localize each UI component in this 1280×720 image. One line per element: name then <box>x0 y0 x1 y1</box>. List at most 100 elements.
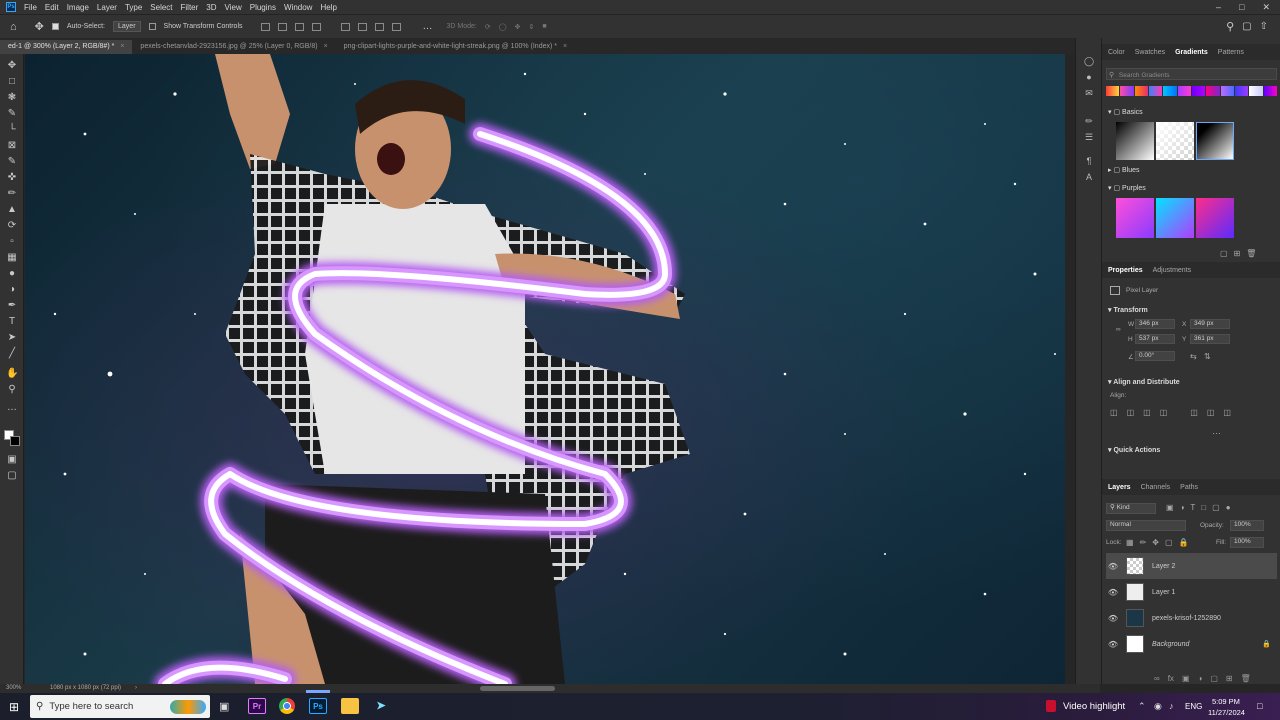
lock-transparent-icon[interactable]: ▦ <box>1126 538 1134 547</box>
align-bottom-icon[interactable]: ◫ <box>1207 408 1215 417</box>
clock-date[interactable]: 11/27/2024 <box>1208 708 1245 717</box>
shape-tool-icon[interactable]: ╱ <box>6 348 18 360</box>
align-vcenter-icon[interactable]: ◫ <box>1190 408 1198 417</box>
lock-artboard-icon[interactable]: ▢ <box>1165 538 1173 547</box>
tab-layers[interactable]: Layers <box>1108 484 1131 491</box>
align-bottom-icon[interactable] <box>357 22 367 31</box>
quick-actions-section[interactable]: ▾ Quick Actions <box>1108 446 1160 454</box>
horizontal-scrollbar[interactable] <box>480 686 555 691</box>
lasso-tool-icon[interactable]: ❃ <box>6 92 18 104</box>
gradient-swatch[interactable] <box>1106 86 1120 96</box>
tab-document-1[interactable]: ed-1 @ 300% (Layer 2, RGB/8#) * × <box>0 40 133 54</box>
lock-pixels-icon[interactable]: ✏ <box>1140 538 1147 547</box>
document-canvas[interactable] <box>25 54 1065 684</box>
home-icon[interactable]: ⌂ <box>10 21 17 33</box>
tab-patterns[interactable]: Patterns <box>1218 49 1244 56</box>
add-mask-icon[interactable]: ▣ <box>1182 674 1190 683</box>
new-gradient-icon[interactable]: ⊞ <box>1234 249 1247 258</box>
gradient-group-basics[interactable]: ▾ ▢ Basics <box>1108 108 1143 116</box>
3d-roll-icon[interactable]: ◯ <box>499 23 507 31</box>
gradient-swatch[interactable] <box>1148 86 1163 96</box>
menu-layer[interactable]: Layer <box>97 3 117 12</box>
layer-filter-dropdown[interactable]: ⚲ Kind <box>1106 503 1156 514</box>
background-color-swatch[interactable] <box>10 436 20 446</box>
workspace-icon[interactable]: ▢ <box>1242 21 1251 32</box>
adjust-icon[interactable]: ☰ <box>1084 132 1094 142</box>
fx-icon[interactable]: fx <box>1168 674 1174 683</box>
pen-tool-icon[interactable]: ✒ <box>6 300 18 312</box>
close-tab-icon[interactable]: × <box>324 43 328 50</box>
close-icon[interactable]: ✕ <box>1262 2 1270 13</box>
task-view-icon[interactable]: ▣ <box>219 700 229 713</box>
premiere-taskbar-icon[interactable]: Pr <box>248 698 266 714</box>
tray-chevron-icon[interactable]: ⌃ <box>1138 701 1146 712</box>
visibility-eye-icon[interactable]: 👁 <box>1106 588 1120 597</box>
align-more-icon[interactable]: ◫ <box>1223 408 1231 417</box>
gradient-purple-1[interactable] <box>1116 198 1154 238</box>
transform-section[interactable]: ▾ Transform <box>1108 306 1148 314</box>
align-middle-icon[interactable] <box>340 22 350 31</box>
3d-slide-icon[interactable]: ⇕ <box>528 23 534 31</box>
info-icon[interactable]: ● <box>1084 72 1094 82</box>
menu-window[interactable]: Window <box>284 3 312 12</box>
language-indicator[interactable]: ENG <box>1185 702 1202 711</box>
tab-adjustments[interactable]: Adjustments <box>1153 267 1192 274</box>
align-section[interactable]: ▾ Align and Distribute <box>1108 378 1180 386</box>
width-field[interactable]: 346 px <box>1135 319 1175 329</box>
chrome-taskbar-icon[interactable] <box>279 698 295 714</box>
edit-toolbar-icon[interactable]: … <box>6 402 18 414</box>
new-group-icon[interactable]: ▢ <box>1220 249 1234 258</box>
layer-row[interactable]: 👁 pexels-krisof-1252890 <box>1106 605 1277 631</box>
visibility-eye-icon[interactable]: 👁 <box>1106 614 1120 623</box>
gradient-tool-icon[interactable]: ▦ <box>6 252 18 264</box>
tab-color[interactable]: Color <box>1108 49 1125 56</box>
file-explorer-taskbar-icon[interactable] <box>341 698 359 714</box>
gradient-purple-2[interactable] <box>1156 198 1194 238</box>
gradient-swatch[interactable] <box>1249 86 1263 96</box>
angle-field[interactable]: 0.00° <box>1135 351 1175 361</box>
comment-icon[interactable]: ✉ <box>1084 88 1094 98</box>
adjustment-layer-icon[interactable]: ◑ <box>1198 674 1203 683</box>
restore-icon[interactable]: □ <box>1239 2 1244 13</box>
hand-tool-icon[interactable]: ✋ <box>6 368 18 380</box>
gradient-black-white[interactable] <box>1116 122 1154 160</box>
gradient-swatch[interactable] <box>1234 86 1249 96</box>
height-field[interactable]: 537 px <box>1135 334 1175 344</box>
filter-adjust-icon[interactable]: ◑ <box>1180 503 1185 512</box>
delete-icon[interactable]: 🗑 <box>1246 249 1262 258</box>
show-transform-checkbox[interactable] <box>148 23 156 30</box>
link-icon[interactable]: ∞ <box>1116 326 1121 333</box>
gradient-swatch[interactable] <box>1220 86 1234 96</box>
layer-row[interactable]: 👁 Layer 1 <box>1106 579 1277 605</box>
auto-select-dropdown[interactable]: Layer <box>113 21 141 32</box>
eraser-tool-icon[interactable]: ▫ <box>6 236 18 248</box>
history-brush-icon[interactable]: ⟳ <box>6 220 18 232</box>
crop-tool-icon[interactable]: └ <box>6 124 18 136</box>
tab-swatches[interactable]: Swatches <box>1135 49 1165 56</box>
filter-type-icon[interactable]: T <box>1190 503 1195 512</box>
filter-toggle-icon[interactable]: ● <box>1226 503 1231 512</box>
character-icon[interactable]: A <box>1084 172 1094 182</box>
clone-stamp-icon[interactable]: ▲ <box>6 204 18 216</box>
3d-orbit-icon[interactable]: ⟳ <box>485 23 491 31</box>
more-icon[interactable]: … <box>1212 426 1221 436</box>
gradient-search-field[interactable]: ⚲ Search Gradients <box>1106 68 1277 80</box>
gradient-group-blues[interactable]: ▸ ▢ Blues <box>1108 166 1140 174</box>
gradient-swatch[interactable] <box>1206 86 1220 96</box>
align-left-icon[interactable]: ◫ <box>1110 408 1118 417</box>
tab-document-2[interactable]: pexels-chetanvlad-2923156.jpg @ 25% (Lay… <box>132 40 335 54</box>
3d-pan-icon[interactable]: ✥ <box>515 23 521 31</box>
menu-image[interactable]: Image <box>67 3 89 12</box>
menu-view[interactable]: View <box>225 3 242 12</box>
new-group-icon[interactable]: ▢ <box>1210 674 1218 683</box>
marquee-tool-icon[interactable]: □ <box>6 76 18 88</box>
opacity-field[interactable]: 100% <box>1230 520 1264 531</box>
gradient-swatch[interactable] <box>1120 86 1134 96</box>
notifications-icon[interactable]: □ <box>1257 701 1262 711</box>
gradient-swatch[interactable] <box>1191 86 1206 96</box>
volume-icon[interactable]: ♪ <box>1169 701 1174 711</box>
link-layers-icon[interactable]: ∞ <box>1154 674 1160 683</box>
align-top-icon[interactable] <box>311 22 321 31</box>
menu-help[interactable]: Help <box>320 3 336 12</box>
tab-properties[interactable]: Properties <box>1108 267 1143 274</box>
